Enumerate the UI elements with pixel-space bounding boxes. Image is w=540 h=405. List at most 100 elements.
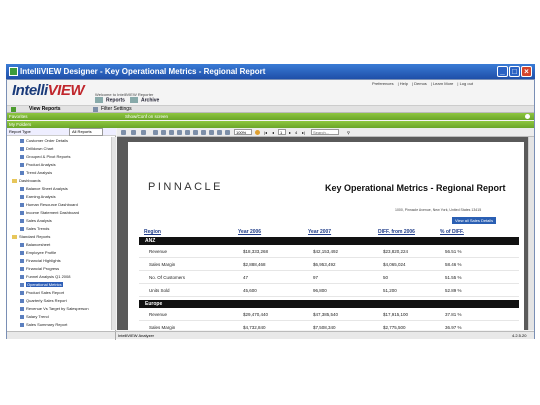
report-icon <box>20 274 24 279</box>
my-folders-label[interactable]: My Folders <box>9 121 31 128</box>
tree-item[interactable]: Balancesheet <box>20 242 50 248</box>
tree-scrollbar[interactable] <box>111 137 116 330</box>
report-icon <box>20 170 24 175</box>
copy-icon[interactable] <box>153 130 158 135</box>
fit-width-icon[interactable] <box>217 130 222 135</box>
folder-icon <box>12 234 17 239</box>
report-icon <box>20 154 24 159</box>
tree-item[interactable]: Financial Highlights <box>20 258 61 264</box>
last-page-icon[interactable]: ▸| <box>302 128 305 137</box>
tree-item[interactable]: Balance Sheet Analysis <box>20 186 68 192</box>
maximize-button[interactable]: □ <box>509 66 520 77</box>
grid-icon[interactable] <box>193 130 198 135</box>
find-icon[interactable] <box>161 130 166 135</box>
tree-item[interactable]: Revenue Vs Target by Salesperson <box>20 306 89 312</box>
tree-item[interactable]: Sales Summary Report <box>20 322 67 328</box>
report-icon <box>20 218 24 223</box>
export-icon[interactable] <box>121 130 126 135</box>
tree-item[interactable]: Salary Trend <box>20 314 49 320</box>
page-total: 4 <box>295 130 298 135</box>
page-number-input[interactable]: 1 <box>278 129 286 135</box>
tree-folder[interactable]: Dashboards <box>12 178 41 184</box>
report-icon <box>20 210 24 215</box>
tab-archive[interactable]: Archive <box>130 97 159 103</box>
cell-metric: Revenue <box>149 312 168 317</box>
share-label[interactable]: Show/Conf on screen <box>125 113 168 120</box>
tree-item[interactable]: Product Sales Report <box>20 290 64 296</box>
tree-item[interactable]: Earning Analysis <box>20 194 56 200</box>
tree-item[interactable]: Trend Analysis <box>20 170 52 176</box>
tree-item-label: Balancesheet <box>26 242 51 247</box>
tab-reports[interactable]: Reports <box>95 97 125 103</box>
preferences-link[interactable]: Preferences <box>372 81 394 86</box>
demos-link[interactable]: Demos <box>414 81 427 86</box>
logout-link[interactable]: Log out <box>460 81 473 86</box>
tree-item[interactable]: Income Statement Dashboard <box>20 210 79 216</box>
two-page-icon[interactable] <box>209 130 214 135</box>
info-icon[interactable] <box>525 114 530 119</box>
tree-item[interactable]: Drilldown Chart <box>20 146 53 152</box>
binoculars-icon[interactable]: ⚲ <box>347 128 350 137</box>
cell-y2006: 47 <box>243 275 249 280</box>
tree-item[interactable]: Operational Metrics <box>20 282 63 288</box>
company-address: 1000, Pinnacle Avenue, New York, United … <box>395 208 482 212</box>
minimize-button[interactable]: _ <box>497 66 508 77</box>
zoom-select[interactable]: 100% <box>234 129 252 135</box>
next-page-icon[interactable]: ▸ <box>289 128 291 137</box>
report-icon <box>20 258 24 263</box>
col-diff: DIFF. from 2006 <box>378 229 415 235</box>
page-layout-icon[interactable] <box>185 130 190 135</box>
fit-page-icon[interactable] <box>225 130 230 135</box>
report-icon <box>20 314 24 319</box>
cell-y2007: $47,385,540 <box>313 312 339 317</box>
cell-diff: $17,915,100 <box>383 312 409 317</box>
search-input[interactable]: Search... <box>311 129 339 135</box>
folder-icon <box>12 178 17 183</box>
prev-page-icon[interactable]: ◂ <box>272 128 274 137</box>
save-icon[interactable] <box>131 130 136 135</box>
tree-folder[interactable]: Standard Reports <box>12 234 50 240</box>
report-type-select[interactable]: All Reports <box>69 128 103 136</box>
tree-item-label: Financial Highlights <box>26 258 61 263</box>
help-link[interactable]: Help <box>400 81 408 86</box>
cell-y2006: 45,600 <box>243 288 257 293</box>
filter-settings-link[interactable]: Filter Settings <box>101 106 132 113</box>
first-page-icon[interactable]: |◂ <box>264 128 267 137</box>
print-icon[interactable] <box>141 130 146 135</box>
tree-item[interactable]: Financial Progress <box>20 266 59 272</box>
tree-item[interactable]: Sales Analysis <box>20 218 52 224</box>
tree-item[interactable]: Funnel Analysis Q1 2008 <box>20 274 70 280</box>
cell-y2006: $2,888,468 <box>243 262 266 267</box>
cell-diff: 51,200 <box>383 288 397 293</box>
tree-item[interactable]: Employee Profile <box>20 250 56 256</box>
favorites-label[interactable]: Favorites <box>9 113 28 120</box>
zoom-out-icon[interactable] <box>177 130 182 135</box>
tree-item[interactable]: Grouped & Pivot Reports <box>20 154 70 160</box>
report-icon <box>20 282 24 287</box>
report-icon <box>20 138 24 143</box>
close-button[interactable]: × <box>521 66 532 77</box>
learn-more-link[interactable]: Learn More <box>433 81 453 86</box>
company-logo: PINNACLE <box>148 181 224 193</box>
one-page-icon[interactable] <box>201 130 206 135</box>
refresh-icon[interactable] <box>255 130 260 135</box>
tree-item[interactable]: Customer Order Details <box>20 138 68 144</box>
report-scrollbar[interactable] <box>528 137 534 330</box>
tree-item[interactable]: Sales Trends <box>20 226 49 232</box>
tree-item[interactable]: Quarterly Sales Report <box>20 298 67 304</box>
cell-diff: 50 <box>383 275 389 280</box>
reports-icon <box>95 97 103 103</box>
cell-metric: Units Sold <box>149 288 170 293</box>
cell-metric: Revenue <box>149 249 168 254</box>
view-all-sales-button[interactable]: View all Sales Details <box>452 217 497 224</box>
cell-pct: 56.51 % <box>445 249 462 254</box>
archive-icon <box>130 97 138 103</box>
filter-icon <box>93 107 98 112</box>
zoom-in-icon[interactable] <box>169 130 174 135</box>
view-reports-link[interactable]: View Reports <box>29 106 61 113</box>
tree-item[interactable]: Human Resource Dashboard <box>20 202 78 208</box>
tab-archive-label: Archive <box>141 97 160 104</box>
tree-item[interactable]: Product Analysis <box>20 162 56 168</box>
report-type-label: Report Type <box>9 129 31 134</box>
cell-y2006: $18,333,268 <box>243 249 269 254</box>
